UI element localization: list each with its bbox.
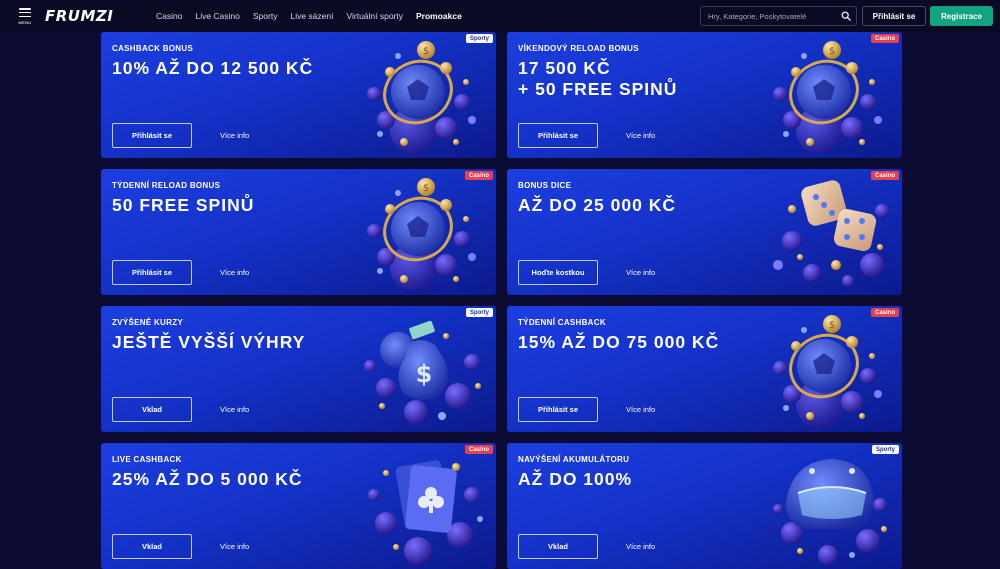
hamburger-icon [19,8,31,17]
more-info-link[interactable]: Více info [220,405,249,414]
svg-text:$: $ [423,46,429,57]
promo-subtitle: LIVE CASHBACK [112,455,182,464]
login-cta-button[interactable]: Přihlásit se [518,123,598,148]
dice-icon [773,180,889,287]
promo-subtitle: NAVÝŠENÍ AKUMULÁTORU [518,455,630,464]
svg-text:$: $ [416,360,433,388]
promo-subtitle: TÝDENNÍ RELOAD BONUS [112,181,221,190]
svg-text:$: $ [829,46,835,57]
promo-title: AŽ DO 25 000 KČ [518,195,676,215]
promo-title: JEŠTĚ VYŠŠÍ VÝHRY [112,332,306,352]
ball-coins-icon: $ [773,41,882,154]
login-button[interactable]: Přihlásit se [862,6,926,26]
promo-subtitle: CASHBACK BONUS [112,44,194,53]
promo-card-weekend-reload: Casino VÍKENDOVÝ RELOAD BONUS 17 500 KČ +… [507,32,902,158]
roll-dice-button[interactable]: Hoďte kostkou [518,260,598,285]
search-input[interactable] [701,7,833,25]
menu-button[interactable]: MENU [14,6,36,28]
promo-card-boosted-odds: Sporty ZVÝŠENÉ KURZY JEŠTĚ VYŠŠÍ VÝHRY V… [101,306,496,432]
money-bag-icon: $ [364,320,481,424]
svg-text:$: $ [829,320,835,331]
promo-card-weekly-cashback: Casino TÝDENNÍ CASHBACK 15% AŽ DO 75 000… [507,306,902,432]
ball-coins-icon: $ [367,178,476,291]
promo-subtitle: ZVÝŠENÉ KURZY [112,318,184,327]
deposit-button[interactable]: Vklad [112,397,192,422]
login-cta-button[interactable]: Přihlásit se [518,397,598,422]
promo-card-live-cashback: Casino LIVE CASHBACK 25% AŽ DO 5 000 KČ … [101,443,496,569]
helmet-icon [773,459,887,565]
promo-card-cashback-bonus: Sporty CASHBACK BONUS 10% AŽ DO 12 500 K… [101,32,496,158]
promo-subtitle: TÝDENNÍ CASHBACK [518,318,606,327]
more-info-link[interactable]: Více info [220,542,249,551]
menu-label: MENU [18,20,32,25]
frumzi-logo[interactable]: FRUMZI [45,7,113,25]
main-nav: Casino Live Casino Sporty Live sázení Vi… [156,0,462,32]
login-cta-button[interactable]: Přihlásit se [112,123,192,148]
promo-subtitle: BONUS DICE [518,181,572,190]
ball-coins-icon: $ [367,41,476,154]
register-button[interactable]: Registrace [930,6,993,26]
promo-title: 50 FREE SPINŮ [112,195,255,215]
nav-sporty[interactable]: Sporty [253,11,278,21]
search-icon[interactable] [841,11,851,21]
nav-virtualni-sporty[interactable]: Virtuální sporty [346,11,403,21]
svg-text:$: $ [423,183,429,194]
nav-live-casino[interactable]: Live Casino [195,11,239,21]
playing-cards-icon [368,460,483,565]
promo-card-bonus-dice: Casino BONUS DICE AŽ DO 25 000 KČ Hoďte … [507,169,902,295]
promo-title: 10% AŽ DO 12 500 KČ [112,58,314,78]
nav-live-sazeni[interactable]: Live sázení [290,11,333,21]
promo-subtitle: VÍKENDOVÝ RELOAD BONUS [518,44,639,53]
more-info-link[interactable]: Více info [220,268,249,277]
login-cta-button[interactable]: Přihlásit se [112,260,192,285]
more-info-link[interactable]: Více info [626,542,655,551]
ball-coins-icon: $ [773,315,882,428]
promo-card-weekly-reload: Casino TÝDENNÍ RELOAD BONUS 50 FREE SPIN… [101,169,496,295]
more-info-link[interactable]: Více info [626,131,655,140]
more-info-link[interactable]: Více info [626,405,655,414]
more-info-link[interactable]: Více info [626,268,655,277]
promo-title: 17 500 KČ + 50 FREE SPINŮ [518,58,678,99]
top-header: MENU FRUMZI Casino Live Casino Sporty Li… [0,0,1000,32]
search-box [700,6,857,26]
promo-card-accumulator-boost: Sporty NAVÝŠENÍ AKUMULÁTORU AŽ DO 100% V… [507,443,902,569]
more-info-link[interactable]: Více info [220,131,249,140]
promo-title: 25% AŽ DO 5 000 KČ [112,469,303,489]
promo-title: AŽ DO 100% [518,469,633,489]
promo-title: 15% AŽ DO 75 000 KČ [518,332,720,352]
deposit-button[interactable]: Vklad [518,534,598,559]
nav-casino[interactable]: Casino [156,11,182,21]
deposit-button[interactable]: Vklad [112,534,192,559]
nav-promoakce[interactable]: Promoakce [416,11,462,21]
